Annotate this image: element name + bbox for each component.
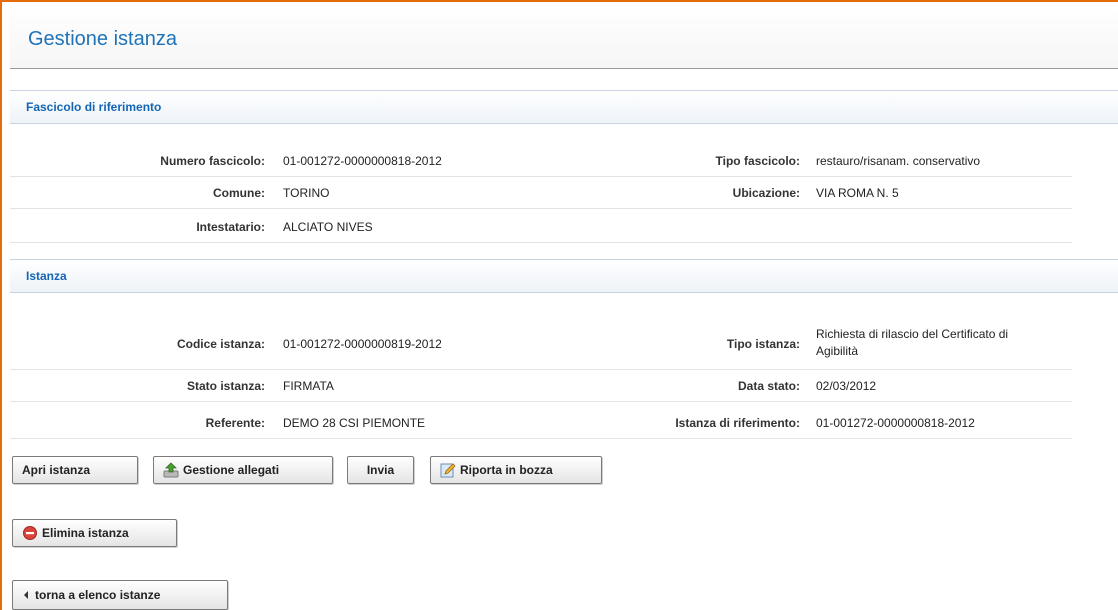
tipo-istanza-value-line2: Agibilità — [816, 344, 859, 358]
numero-fascicolo-value: 01-001272-0000000818-2012 — [283, 154, 442, 168]
riporta-in-bozza-button[interactable]: Riporta in bozza — [430, 456, 602, 484]
page-header: Gestione istanza — [10, 2, 1118, 69]
fascicolo-row-3: Intestatario: ALCIATO NIVES — [10, 211, 1072, 243]
intestatario-label: Intestatario: — [196, 220, 265, 234]
data-stato-label: Data stato: — [737, 379, 800, 393]
istanza-row-2: Stato istanza: FIRMATA Data stato: 02/03… — [10, 370, 1072, 402]
comune-label: Comune: — [213, 186, 265, 200]
comune-value: TORINO — [283, 186, 330, 200]
frame-left-border — [0, 0, 2, 610]
section-istanza-title: Istanza — [26, 269, 67, 283]
back-arrow-icon — [21, 587, 31, 603]
apri-istanza-button[interactable]: Apri istanza — [12, 456, 138, 484]
elimina-istanza-button[interactable]: Elimina istanza — [12, 519, 177, 547]
tipo-fascicolo-value: restauro/risanam. conservativo — [816, 154, 981, 168]
page-title: Gestione istanza — [28, 28, 177, 50]
istanza-row-1: Codice istanza: 01-001272-0000000819-201… — [10, 316, 1072, 370]
edit-pencil-icon — [440, 462, 456, 478]
torna-elenco-istanze-label: torna a elenco istanze — [35, 588, 161, 602]
istanza-riferimento-value: 01-001272-0000000818-2012 — [816, 416, 975, 430]
codice-istanza-label: Codice istanza: — [176, 337, 265, 351]
ubicazione-value: VIA ROMA N. 5 — [816, 186, 899, 200]
istanza-row-3: Referente: DEMO 28 CSI PIEMONTE Istanza … — [10, 407, 1072, 439]
invia-button[interactable]: Invia — [347, 456, 414, 484]
page-frame: Gestione istanza Fascicolo di riferiment… — [0, 0, 1118, 610]
tipo-istanza-value-line1: Richiesta di rilascio del Certificato di — [816, 327, 1009, 341]
stato-istanza-value: FIRMATA — [283, 379, 334, 393]
gestione-allegati-button[interactable]: Gestione allegati — [153, 456, 333, 484]
fascicolo-row-2: Comune: TORINO Ubicazione: VIA ROMA N. 5 — [10, 177, 1072, 209]
intestatario-value: ALCIATO NIVES — [283, 220, 373, 234]
attachment-upload-icon — [163, 462, 179, 478]
referente-value: DEMO 28 CSI PIEMONTE — [283, 416, 426, 430]
fascicolo-row-1: Numero fascicolo: 01-001272-0000000818-2… — [10, 145, 1072, 177]
section-fascicolo-title: Fascicolo di riferimento — [26, 100, 162, 114]
stato-istanza-label: Stato istanza: — [186, 379, 265, 393]
section-fascicolo-header: Fascicolo di riferimento — [10, 90, 1118, 124]
torna-elenco-istanze-button[interactable]: torna a elenco istanze — [12, 580, 228, 610]
ubicazione-label: Ubicazione: — [732, 186, 800, 200]
tipo-istanza-label: Tipo istanza: — [726, 337, 800, 351]
tipo-istanza-value: Richiesta di rilascio del Certificato di… — [816, 326, 1066, 360]
invia-label: Invia — [366, 463, 395, 477]
tipo-fascicolo-label: Tipo fascicolo: — [715, 154, 800, 168]
section-istanza-header: Istanza — [10, 259, 1118, 293]
codice-istanza-value: 01-001272-0000000819-2012 — [283, 337, 442, 351]
data-stato-value: 02/03/2012 — [816, 379, 877, 393]
referente-label: Referente: — [205, 416, 265, 430]
elimina-istanza-label: Elimina istanza — [42, 526, 129, 540]
gestione-allegati-label: Gestione allegati — [183, 463, 280, 477]
riporta-in-bozza-label: Riporta in bozza — [460, 463, 553, 477]
istanza-riferimento-label: Istanza di riferimento: — [675, 416, 800, 430]
numero-fascicolo-label: Numero fascicolo: — [160, 154, 265, 168]
delete-minus-icon — [22, 525, 38, 541]
apri-istanza-label: Apri istanza — [22, 463, 91, 477]
